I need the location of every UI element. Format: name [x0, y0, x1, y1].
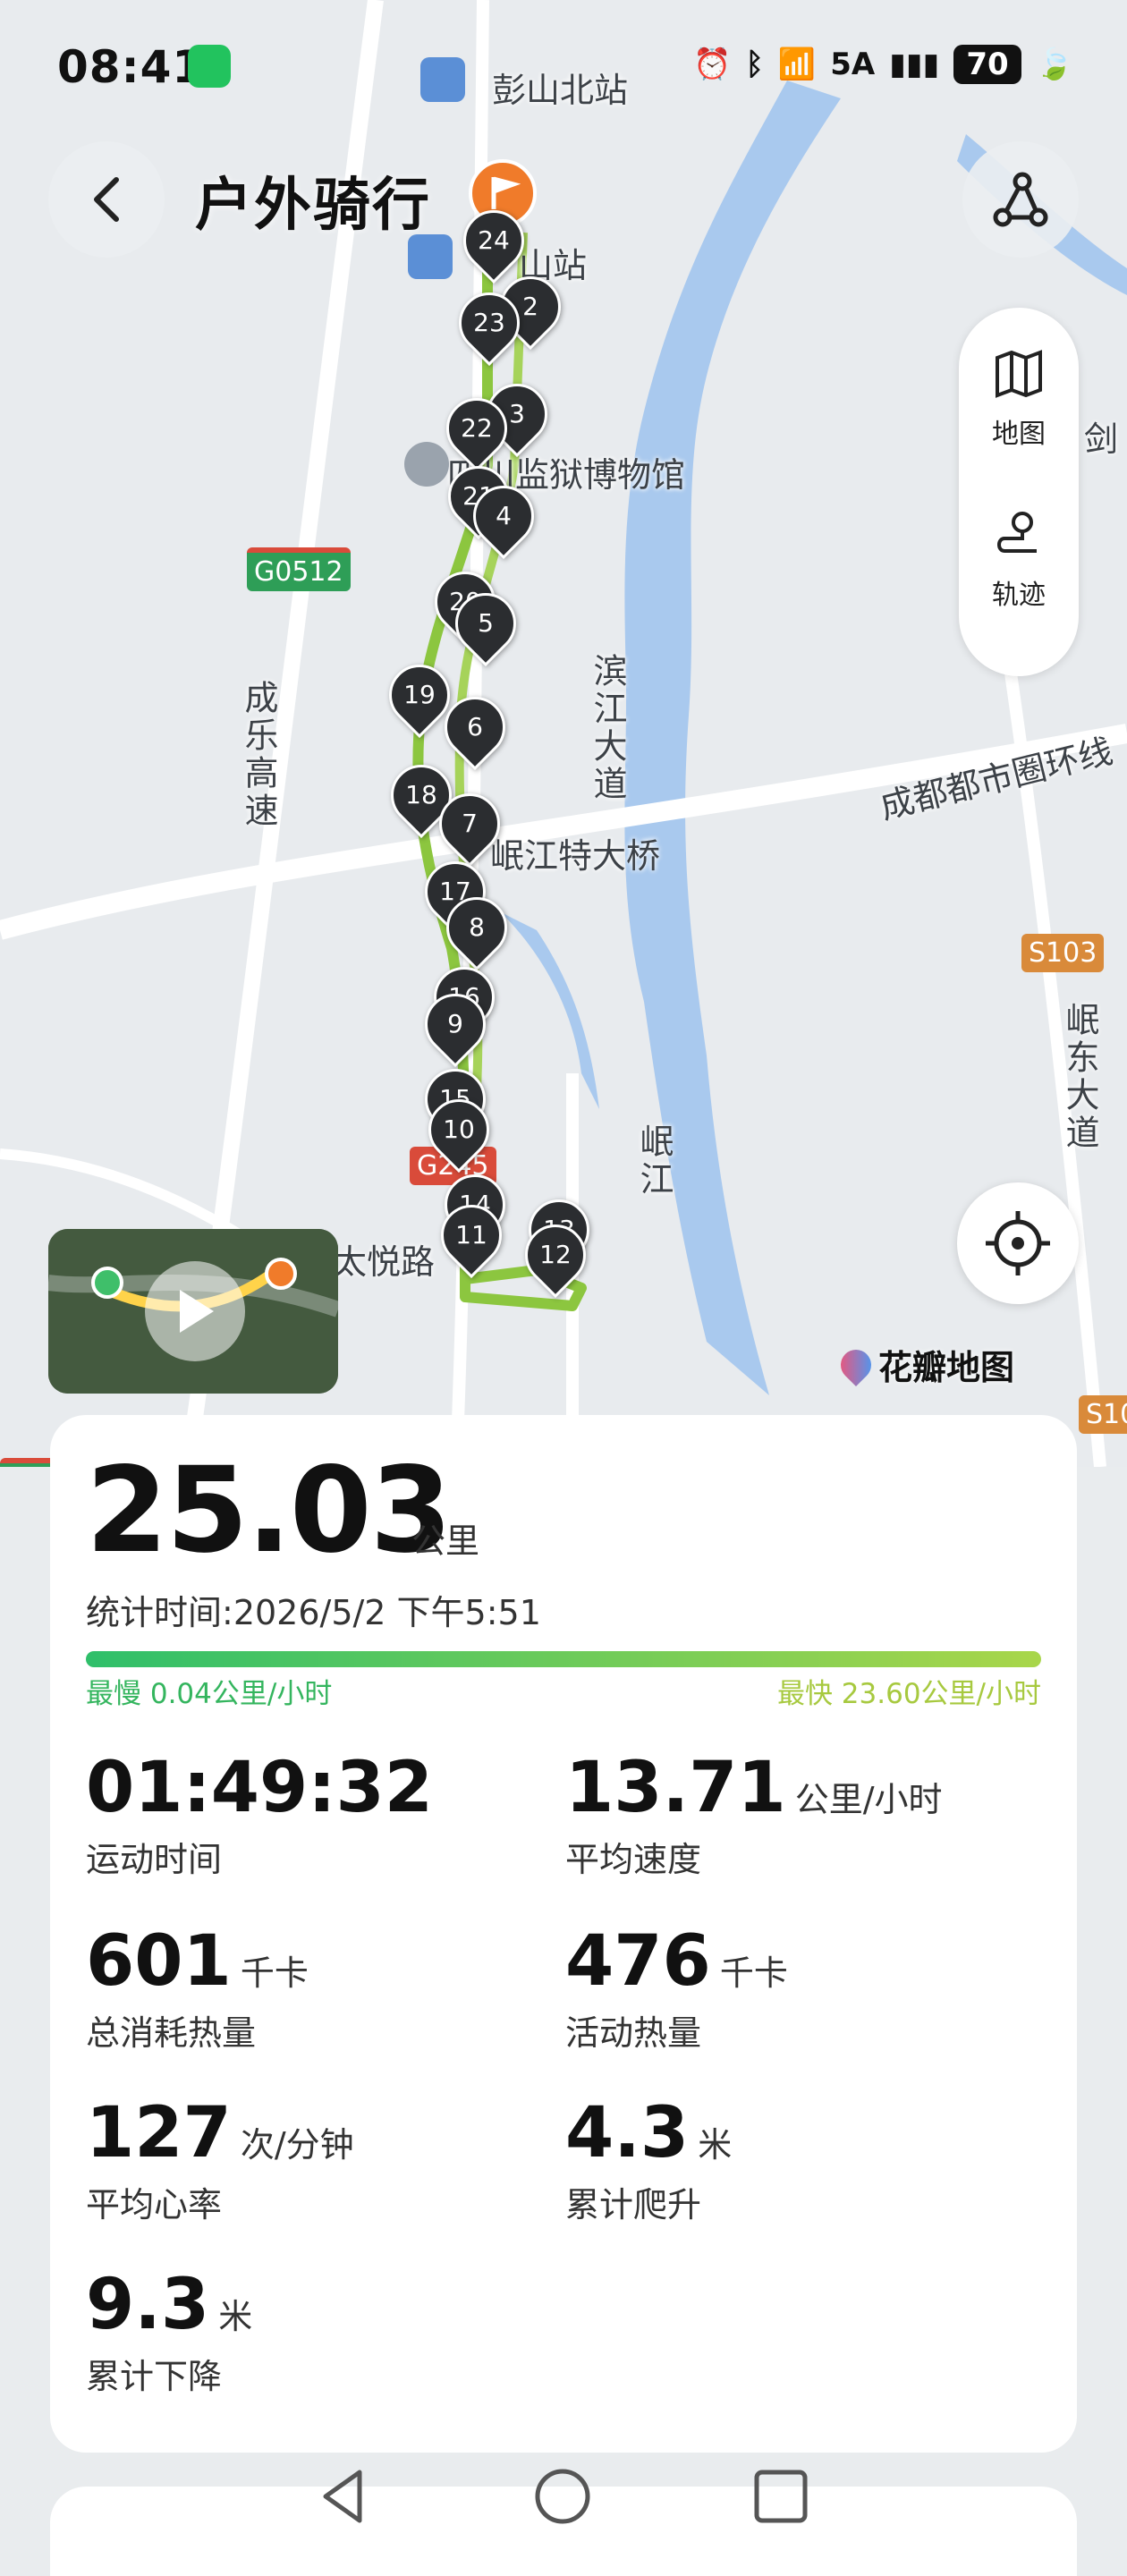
- locate-button[interactable]: [957, 1182, 1079, 1304]
- metric-label: 运动时间: [86, 1840, 223, 1879]
- metric-value: 9.3: [86, 2265, 210, 2345]
- route-button[interactable]: [962, 141, 1079, 258]
- metric-value: 127: [86, 2093, 232, 2174]
- leaf-icon: 🍃: [1035, 47, 1073, 82]
- system-nav-bar: [0, 2456, 1127, 2537]
- alarm-icon: ⏰: [693, 47, 732, 82]
- metric-duration: 01:49:32 运动时间: [86, 1748, 433, 1881]
- stats-card: 25.03 公里 统计时间:2026/5/2 下午5:51 最慢 0.04公里/…: [50, 1415, 1077, 2453]
- museum-icon: [404, 442, 449, 487]
- wifi-icon: 📶: [777, 47, 817, 82]
- metric-total-calories: 601 千卡 总消耗热量: [86, 1921, 309, 2055]
- metric-unit: 米: [218, 2297, 253, 2336]
- metric-label: 累计爬升: [565, 2185, 702, 2224]
- route-icon: [993, 172, 1048, 227]
- metric-avg-speed: 13.71 公里/小时 平均速度: [565, 1748, 943, 1881]
- bluetooth-icon: ᛒ: [745, 47, 764, 82]
- status-bar: 08:41 ⏰ ᛒ 📶 5A ▮▮▮ 70 🍃: [0, 36, 1127, 98]
- metric-value: 13.71: [565, 1748, 786, 1828]
- metric-avg-heart-rate: 127 次/分钟 平均心率: [86, 2093, 354, 2226]
- stat-time-label: 统计时间:: [86, 1593, 233, 1632]
- signal-icon: ▮▮▮: [889, 47, 940, 82]
- metric-active-calories: 476 千卡 活动热量: [565, 1921, 788, 2055]
- map-label-mindong: 岷东大道: [1060, 1002, 1099, 1152]
- fastest-speed: 最快 23.60公里/小时: [776, 1678, 1041, 1710]
- play-button[interactable]: [145, 1261, 245, 1361]
- map-label-chengle: 成乐高速: [239, 680, 278, 830]
- stat-time-value: 2026/5/2 下午5:51: [233, 1593, 541, 1632]
- metric-total-ascent: 4.3 米 累计爬升: [565, 2093, 732, 2226]
- play-icon: [180, 1290, 214, 1333]
- metric-value: 476: [565, 1921, 711, 2002]
- nav-recents-button[interactable]: [750, 2465, 812, 2528]
- map-label-minjiang: 岷江: [634, 1123, 674, 1199]
- stat-time: 统计时间:2026/5/2 下午5:51: [86, 1585, 541, 1634]
- distance-unit: 公里: [411, 1521, 480, 1561]
- track-mode-button[interactable]: 轨迹: [959, 508, 1079, 612]
- map-label-taiyue: 太悦路: [333, 1242, 436, 1282]
- road-shield-g0512: G0512: [247, 547, 351, 591]
- road-shield-s103: S103: [1021, 934, 1105, 972]
- metric-total-descent: 9.3 米 累计下降: [86, 2265, 252, 2398]
- map-label-minjiang-bridge: 岷江特大桥: [490, 836, 661, 876]
- chevron-left-icon: [94, 177, 119, 222]
- triangle-back-icon: [323, 2470, 362, 2523]
- clock: 08:41: [57, 41, 205, 93]
- map-mode-button[interactable]: 地图: [959, 347, 1079, 451]
- back-button[interactable]: [48, 141, 165, 258]
- battery-icon: 70: [953, 45, 1021, 84]
- metric-unit: 次/分钟: [240, 2125, 354, 2165]
- metric-unit: 千卡: [240, 1953, 309, 1993]
- track-mode-label: 轨迹: [992, 580, 1046, 611]
- road-shield-s10: S10: [1079, 1395, 1127, 1434]
- map-label-jian: 剑: [1084, 419, 1119, 459]
- metric-unit: 米: [698, 2125, 733, 2165]
- metric-label: 总消耗热量: [86, 2013, 257, 2053]
- page-title: 户外骑行: [195, 173, 431, 239]
- wechat-icon: [188, 45, 231, 88]
- metric-unit: 千卡: [719, 1953, 788, 1993]
- map-side-panel: 地图 轨迹: [959, 308, 1079, 676]
- metric-value: 01:49:32: [86, 1748, 434, 1828]
- crosshair-icon: [986, 1211, 1050, 1275]
- nav-back-button[interactable]: [313, 2465, 376, 2528]
- status-icons: ⏰ ᛒ 📶 5A ▮▮▮ 70 🍃: [693, 45, 1073, 84]
- metric-value: 601: [86, 1921, 232, 2002]
- speed-gradient-bar: [86, 1651, 1041, 1667]
- metric-label: 活动热量: [565, 2013, 702, 2053]
- petal-maps-logo-icon: [834, 1343, 878, 1386]
- metric-label: 平均心率: [86, 2185, 223, 2224]
- square-recents-icon: [754, 2470, 808, 2523]
- network-type: 5A: [830, 47, 876, 82]
- circle-home-icon: [535, 2469, 590, 2524]
- map-mode-label: 地图: [992, 419, 1046, 450]
- map-icon: [996, 350, 1042, 398]
- metric-unit: 公里/小时: [794, 1780, 943, 1819]
- nav-home-button[interactable]: [531, 2465, 594, 2528]
- metric-value: 4.3: [565, 2093, 690, 2174]
- metric-label: 平均速度: [565, 1840, 702, 1879]
- track-icon: [997, 512, 1037, 553]
- metric-label: 累计下降: [86, 2357, 223, 2396]
- replay-video-thumbnail[interactable]: [48, 1229, 338, 1394]
- map-brand-label: 花瓣地图: [878, 1348, 1015, 1387]
- distance-value: 25.03: [86, 1442, 453, 1580]
- map-label-binjiang: 滨江大道: [588, 653, 627, 803]
- map-brand: 花瓣地图: [834, 1340, 1015, 1389]
- slowest-speed: 最慢 0.04公里/小时: [86, 1678, 333, 1710]
